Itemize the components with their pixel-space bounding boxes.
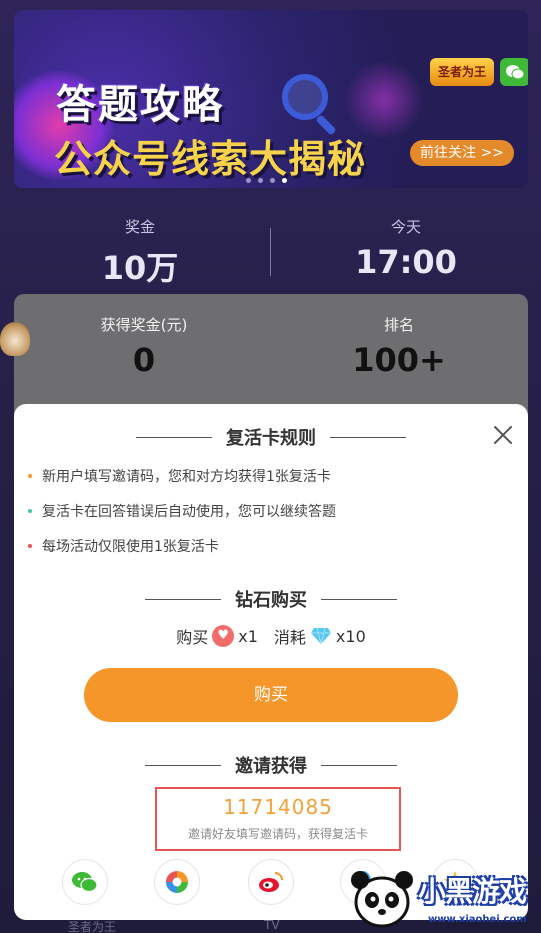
page-dot-active (282, 178, 287, 183)
panda-logo-icon (346, 862, 418, 933)
buy-quantity: x1 (238, 626, 258, 646)
bullet-dot (28, 474, 32, 478)
mascot-avatar[interactable] (0, 322, 30, 356)
diamond-heading: 钻石购买 (14, 586, 528, 612)
rule-item: 新用户填写邀请码，您和对方均获得1张复活卡 (28, 466, 331, 486)
magnifier-icon (282, 74, 328, 120)
diamond-icon (310, 627, 332, 645)
revive-card-icon: ♥ (212, 625, 235, 647)
cost-quantity: x10 (335, 626, 366, 646)
divider-line (145, 598, 221, 600)
moments-icon[interactable] (154, 859, 200, 905)
game-logo: 圣者为王 (430, 58, 494, 86)
rule-text: 新用户填写邀请码，您和对方均获得1张复活卡 (42, 469, 331, 485)
invite-code[interactable]: 11714085 (157, 795, 399, 819)
invite-code-box[interactable]: 11714085 邀请好友填写邀请码，获得复活卡 (155, 787, 401, 851)
time-label: 今天 (390, 218, 421, 236)
page-dot (270, 178, 275, 183)
page-dot (258, 178, 263, 183)
invite-hint: 邀请好友填写邀请码，获得复活卡 (187, 827, 368, 841)
earned-stat: 获得奖金(元) 0 (44, 314, 244, 379)
divider-line (321, 764, 397, 766)
prize-value: 10万 (101, 249, 179, 287)
purchase-summary: 购买 ♥ x1 消耗 x10 (14, 624, 528, 648)
earned-value: 0 (132, 341, 156, 379)
earned-label: 获得奖金(元) (100, 316, 188, 334)
wechat-icon[interactable] (62, 859, 108, 905)
divider-line (136, 436, 212, 438)
buy-button[interactable]: 购买 (84, 668, 458, 722)
revive-card-dialog: 复活卡规则 新用户填写邀请码，您和对方均获得1张复活卡 复活卡在回答错误后自动使… (14, 404, 528, 920)
rank-label: 排名 (383, 316, 414, 334)
divider-line (145, 764, 221, 766)
banner-subtitle: 公众号线索大揭秘 (54, 137, 367, 181)
banner-page-indicator (246, 178, 287, 183)
stat-divider (270, 228, 271, 276)
invite-heading: 邀请获得 (14, 752, 528, 778)
bullet-dot (28, 544, 32, 548)
follow-link[interactable]: 前往关注 >> (410, 140, 514, 166)
divider-line (321, 598, 397, 600)
watermark-url: www.xiaohei.com (428, 914, 527, 925)
rule-text: 复活卡在回答错误后自动使用，您可以继续答题 (42, 504, 336, 520)
rules-heading: 复活卡规则 (14, 424, 528, 450)
footer-mid-label: TV (264, 918, 280, 932)
invite-title: 邀请获得 (235, 756, 307, 777)
buy-prefix: 购买 (176, 628, 209, 647)
page-dot (246, 178, 251, 183)
divider-line (330, 436, 406, 438)
footer-left-label: 圣者为王 (68, 920, 117, 933)
time-value: 17:00 (355, 243, 457, 281)
promo-banner[interactable]: 答题攻略 公众号线索大揭秘 圣者为王 前往关注 >> (14, 10, 528, 188)
weibo-icon[interactable] (248, 859, 294, 905)
wechat-icon (500, 58, 528, 86)
rule-text: 每场活动仅限使用1张复活卡 (42, 539, 219, 555)
prize-stat: 奖金 10万 (40, 216, 240, 289)
rank-value: 100+ (352, 341, 446, 379)
diamond-title: 钻石购买 (235, 590, 307, 611)
rank-stat: 排名 100+ (299, 314, 499, 379)
rule-item: 每场活动仅限使用1张复活卡 (28, 536, 219, 556)
prize-label: 奖金 (124, 218, 155, 236)
watermark-brand: 小黑游戏 (418, 875, 527, 908)
rule-item: 复活卡在回答错误后自动使用，您可以继续答题 (28, 501, 336, 521)
cost-prefix: 消耗 (273, 628, 306, 647)
site-watermark: 小黑游戏 www.xiaohei.com (346, 862, 541, 933)
rules-title: 复活卡规则 (226, 428, 316, 449)
bullet-dot (28, 509, 32, 513)
banner-title: 答题攻略 (56, 82, 224, 128)
time-stat: 今天 17:00 (306, 216, 506, 281)
